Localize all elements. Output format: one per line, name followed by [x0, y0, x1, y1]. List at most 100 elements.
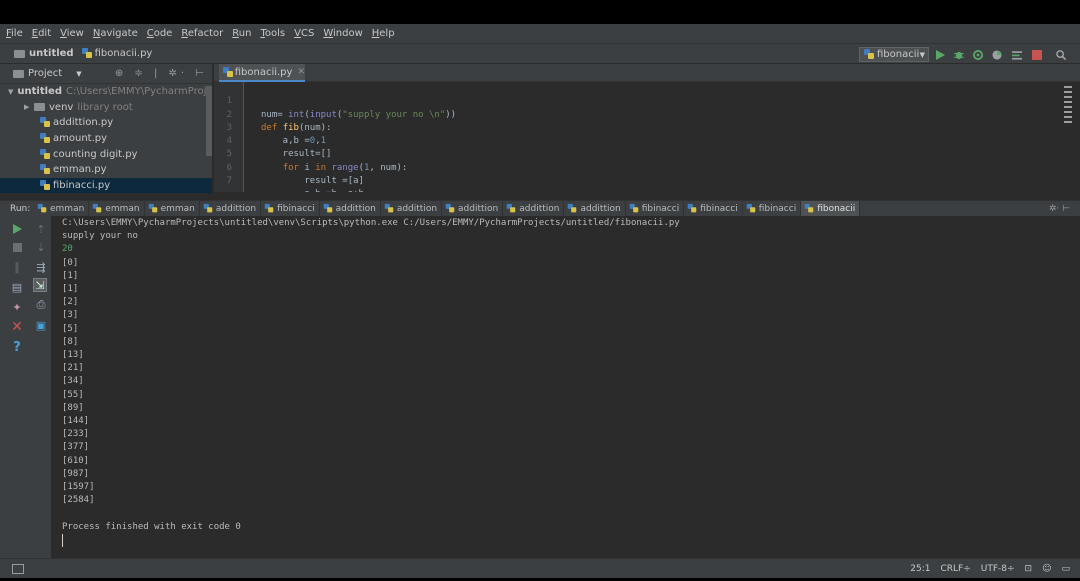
- tree-scrollbar[interactable]: [206, 86, 212, 156]
- tree-item-file[interactable]: amount.py: [0, 131, 212, 147]
- console-output-line: [3]: [62, 310, 79, 321]
- code-editor[interactable]: 1 num= int(input("supply your no \n")) 2…: [214, 82, 1080, 192]
- run-tab-active[interactable]: fibonacii: [801, 200, 861, 217]
- event-log-icon[interactable]: ▭: [1061, 564, 1070, 574]
- tree-item-file-selected[interactable]: fibinacci.py: [0, 177, 212, 194]
- menu-file[interactable]: File: [6, 28, 23, 39]
- run-tab[interactable]: fibinacci: [261, 200, 320, 217]
- search-icon[interactable]: [1056, 50, 1066, 60]
- tree-item-file[interactable]: counting digit.py: [0, 146, 212, 162]
- scroll-up-icon[interactable]: ⇡: [34, 222, 48, 236]
- tree-item-label: counting digit.py: [53, 148, 138, 160]
- python-file-icon: [746, 203, 755, 213]
- trash-icon[interactable]: ▣: [34, 318, 48, 332]
- line-separator[interactable]: CRLF÷: [940, 564, 970, 574]
- breadcrumb-project-label: untitled: [29, 48, 74, 59]
- python-file-icon: [148, 203, 157, 213]
- status-bar: 25:1 CRLF÷ UTF-8÷ ⊡ ☺ ▭: [0, 558, 1080, 578]
- run-tab[interactable]: addittion: [503, 200, 565, 217]
- menu-window[interactable]: Window: [323, 28, 362, 39]
- breadcrumb-file[interactable]: fibonacii.py: [81, 48, 152, 59]
- code-text: result =[a]: [261, 176, 364, 187]
- run-button[interactable]: [936, 50, 946, 60]
- layout-icon[interactable]: ▤: [10, 280, 24, 294]
- python-file-icon: [629, 203, 638, 213]
- pin-icon[interactable]: ✦: [10, 300, 24, 314]
- menu-tools[interactable]: Tools: [260, 28, 285, 39]
- run-config-dropdown[interactable]: fibonacii ▼: [859, 47, 929, 62]
- rerun-button[interactable]: [10, 222, 24, 236]
- run-tab[interactable]: fibinacci: [626, 200, 685, 217]
- profile-icon[interactable]: [992, 50, 1002, 60]
- tree-root[interactable]: ▼ untitled C:\Users\EMMY\PycharmProjects…: [0, 84, 212, 100]
- debug-icon[interactable]: [954, 50, 964, 60]
- python-file-icon: [323, 203, 332, 213]
- run-tab[interactable]: addittion: [320, 200, 381, 217]
- inspector-icon[interactable]: ☺: [1042, 564, 1051, 574]
- run-tab[interactable]: addittion: [564, 200, 626, 217]
- scroll-to-end-icon[interactable]: ⇲: [33, 278, 47, 292]
- run-tab[interactable]: addittion: [442, 200, 504, 217]
- pause-icon[interactable]: ∥: [10, 260, 24, 274]
- menu-run[interactable]: Run: [232, 28, 251, 39]
- menu-refactor[interactable]: Refactor: [181, 28, 223, 39]
- python-file-icon: [804, 203, 814, 213]
- run-tab[interactable]: fibinacci: [684, 200, 743, 217]
- run-tab-label: fibinacci: [277, 203, 315, 214]
- run-tab[interactable]: addittion: [381, 200, 443, 217]
- close-icon[interactable]: ✕: [297, 67, 305, 77]
- run-tab[interactable]: fibinacci: [743, 200, 802, 217]
- stop-button[interactable]: [10, 240, 24, 254]
- tree-item-file[interactable]: addittion.py: [0, 115, 212, 131]
- code-line: 5 for i in range(1, num):: [214, 135, 1080, 172]
- run-tab-label: addittion: [519, 203, 560, 214]
- tree-item-venv[interactable]: ▶ venv library root: [0, 100, 212, 116]
- coverage-icon[interactable]: [973, 50, 983, 60]
- menu-vcs[interactable]: VCS: [294, 28, 314, 39]
- soft-wrap-icon[interactable]: ⇶: [34, 260, 48, 274]
- help-icon[interactable]: ?: [10, 340, 24, 355]
- code-line: 3 a,b =0,1: [214, 109, 1080, 146]
- scroll-down-icon[interactable]: ⇣: [34, 240, 48, 254]
- lock-icon[interactable]: ⊡: [1025, 564, 1033, 574]
- file-encoding[interactable]: UTF-8÷: [981, 564, 1015, 574]
- python-file-icon: [40, 117, 50, 128]
- run-tab[interactable]: emman: [145, 200, 200, 217]
- menu-navigate[interactable]: Navigate: [93, 28, 138, 39]
- python-file-icon: [568, 203, 577, 213]
- tree-item-label: emman.py: [53, 164, 107, 176]
- tree-item-label: amount.py: [53, 133, 108, 145]
- python-file-icon: [40, 179, 50, 191]
- close-icon[interactable]: ✕: [10, 319, 24, 335]
- run-tab[interactable]: addittion: [200, 200, 262, 217]
- console-output-line: [8]: [62, 336, 79, 347]
- project-panel-header: Project ▼ ⊕ ≑ | ✲· ⊢: [0, 64, 212, 84]
- chevron-down-icon[interactable]: ▼: [76, 70, 81, 78]
- project-panel-title[interactable]: Project: [28, 68, 62, 79]
- expand-arrow-icon[interactable]: ▶: [24, 103, 34, 111]
- run-tab[interactable]: emman: [89, 200, 145, 217]
- cursor-position[interactable]: 25:1: [910, 564, 930, 574]
- stop-icon[interactable]: [1032, 50, 1042, 60]
- console-output-line: [0]: [62, 257, 79, 268]
- menu-edit[interactable]: Edit: [32, 28, 51, 39]
- tree-item-file[interactable]: emman.py: [0, 162, 212, 178]
- build-icon[interactable]: [1012, 50, 1022, 60]
- tree-item-suffix: library root: [77, 101, 133, 113]
- run-tab[interactable]: emman: [34, 200, 90, 217]
- run-console[interactable]: C:\Users\EMMY\PycharmProjects\untitled\v…: [52, 216, 1080, 558]
- menu-code[interactable]: Code: [147, 28, 173, 39]
- run-tab-label: fibonacii: [817, 203, 856, 214]
- ide-window: File Edit View Navigate Code Refactor Ru…: [0, 24, 1080, 578]
- menu-help[interactable]: Help: [372, 28, 395, 39]
- tool-windows-toggle-icon[interactable]: [12, 563, 24, 574]
- print-icon[interactable]: ⎙: [34, 298, 48, 312]
- error-stripe[interactable]: [1064, 86, 1072, 146]
- breadcrumb-project[interactable]: untitled: [14, 48, 74, 59]
- panel-toolbar-icons[interactable]: ⊕ ≑ | ✲· ⊢: [115, 68, 208, 79]
- expand-arrow-icon[interactable]: ▼: [8, 88, 13, 96]
- gear-icon[interactable]: ✲· ⊢: [1049, 204, 1070, 214]
- editor-tab-active[interactable]: fibonacii.py ✕: [219, 64, 305, 82]
- tree-root-label: untitled: [17, 86, 62, 98]
- menu-view[interactable]: View: [60, 28, 84, 39]
